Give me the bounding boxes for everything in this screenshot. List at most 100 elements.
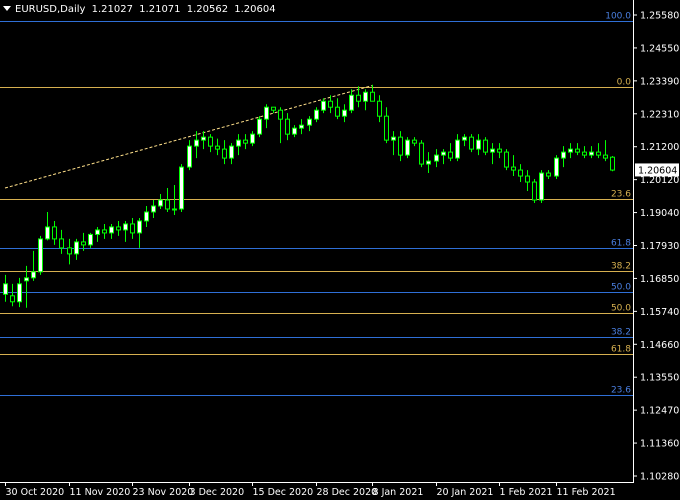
price-tick-label: 1.11360 <box>640 439 679 450</box>
bear-candle <box>165 199 170 210</box>
bull-candle <box>462 136 467 141</box>
bull-candle <box>24 277 29 282</box>
bull-candle <box>321 100 326 111</box>
bear-candle <box>356 94 361 102</box>
price-tick-label: 1.23390 <box>640 76 679 87</box>
bear-candle <box>208 136 213 147</box>
bear-candle <box>525 175 530 183</box>
time-tick-label: 20 Jan 2021 <box>437 487 494 498</box>
bull-candle <box>179 166 184 210</box>
bear-candle <box>575 148 580 153</box>
bear-candle <box>130 223 135 234</box>
bull-candle <box>95 229 100 235</box>
time-tick-label: 1 Feb 2021 <box>500 487 553 498</box>
bull-candle <box>561 151 566 159</box>
bull-candle <box>363 91 368 102</box>
bull-candle <box>589 151 594 156</box>
time-tick-label: 23 Nov 2020 <box>133 487 194 498</box>
price-tick-label: 1.16850 <box>640 274 679 285</box>
symbol-timeframe: EURUSD,Daily <box>15 4 86 15</box>
price-tick-label: 1.10280 <box>640 472 679 483</box>
bull-candle <box>151 205 156 213</box>
bull-candle <box>144 211 149 222</box>
price-axis: 1.25580 1.24550 1.23390 1.22310 1.21200 1.201… <box>633 11 679 483</box>
time-tick-label: 30 Oct 2020 <box>6 487 65 498</box>
bear-candle <box>582 151 587 156</box>
bear-candle <box>370 91 375 102</box>
bear-candle <box>10 295 15 303</box>
bull-candle <box>172 208 177 211</box>
high-price: 1.21071 <box>139 4 181 15</box>
bear-candle <box>59 238 64 249</box>
symbol-header: EURUSD,Daily 1.21027 1.21071 1.20562 1.2… <box>3 4 279 16</box>
bear-candle <box>81 241 86 246</box>
bull-candle <box>38 238 43 273</box>
bear-candle <box>518 169 523 177</box>
bull-candle <box>194 139 199 147</box>
bull-candle <box>17 283 22 303</box>
bull-candle <box>554 157 559 177</box>
bull-candle <box>3 283 8 295</box>
bull-candle <box>539 172 544 201</box>
fibo-level-label: 61.8 <box>611 239 631 249</box>
bear-candle <box>603 154 608 159</box>
bull-candle <box>137 220 142 234</box>
time-tick-label: 15 Dec 2020 <box>253 487 314 498</box>
bear-candle <box>596 151 601 156</box>
price-tick-label: 1.14660 <box>640 340 679 351</box>
fibo-level-label: 50.0 <box>611 304 631 314</box>
close-price: 1.20604 <box>234 4 276 15</box>
bull-candle <box>476 139 481 150</box>
bull-candle <box>568 148 573 153</box>
bear-candle <box>469 136 474 150</box>
current-price-label: 1.20604 <box>638 165 677 176</box>
price-tick-label: 1.21200 <box>640 142 679 153</box>
bull-candle <box>314 109 319 120</box>
price-chart[interactable]: 100.0 0.0 23.6 61.8 38.2 50.0 50.0 38.2 61.8 23.6… <box>0 0 680 500</box>
open-price: 1.21027 <box>91 4 133 15</box>
bear-candle <box>511 166 516 171</box>
bear-candle <box>384 115 389 141</box>
bear-candle <box>483 139 488 153</box>
bull-candle <box>434 154 439 162</box>
bear-candle <box>532 181 537 201</box>
bull-candle <box>123 223 128 231</box>
low-price: 1.20562 <box>186 4 229 15</box>
bear-candle <box>215 145 220 150</box>
bull-candle <box>264 106 269 120</box>
price-tick-label: 1.22310 <box>640 109 679 120</box>
bear-candle <box>610 156 615 171</box>
bull-candle <box>342 109 347 117</box>
bull-candle <box>88 233 93 246</box>
fibo-level-label: 100.0 <box>605 12 631 22</box>
bear-candle <box>52 226 57 240</box>
bull-candle <box>441 151 446 156</box>
fibo-level-label: 38.2 <box>611 328 631 338</box>
fibo-level-label: 61.8 <box>611 345 631 355</box>
bull-candle <box>250 133 255 144</box>
bear-candle <box>504 151 509 168</box>
chart-background <box>0 0 680 500</box>
time-tick-label: 8 Jan 2021 <box>373 487 424 498</box>
bull-candle <box>45 226 50 240</box>
dropdown-triangle-icon[interactable] <box>3 6 11 11</box>
time-tick-label: 28 Dec 2020 <box>317 487 378 498</box>
bull-candle <box>405 139 410 156</box>
bull-candle <box>257 118 262 135</box>
bull-candle <box>490 148 495 153</box>
bear-candle <box>546 172 551 177</box>
bull-candle <box>187 145 192 168</box>
bear-candle <box>497 148 502 153</box>
time-tick-label: 3 Dec 2020 <box>190 487 245 498</box>
bull-candle <box>31 271 36 279</box>
bull-candle <box>201 136 206 141</box>
bull-candle <box>299 124 304 129</box>
fibo-level-label: 23.6 <box>611 190 631 200</box>
time-tick-label: 11 Nov 2020 <box>70 487 131 498</box>
bull-candle <box>426 160 431 165</box>
bear-candle <box>243 139 248 144</box>
fibo-level-label: 50.0 <box>611 283 631 293</box>
price-tick-label: 1.19040 <box>640 208 679 219</box>
bull-candle <box>74 241 79 255</box>
bear-candle <box>102 229 107 234</box>
